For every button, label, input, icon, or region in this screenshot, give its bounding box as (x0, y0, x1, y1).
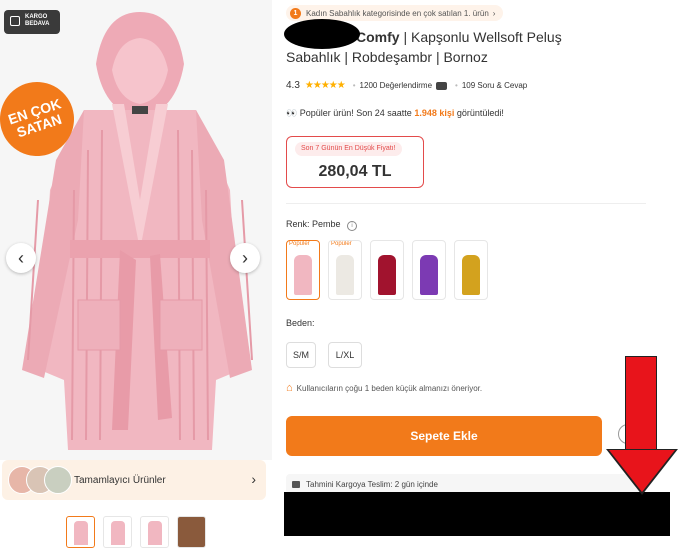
delivery-label: Tahmini Kargoya Teslim: (306, 479, 393, 489)
complementary-thumb (44, 466, 72, 494)
popular-count: 1.948 kişi (414, 108, 455, 118)
review-count-link[interactable]: 1200 Değerlendirme (360, 81, 433, 90)
prev-image-button[interactable]: ‹ (6, 243, 36, 273)
color-swatch-burgundy[interactable] (370, 240, 404, 300)
size-option-lxl[interactable]: L/XL (328, 342, 362, 368)
product-image[interactable]: KARGO BEDAVA EN ÇOK SATAN ‹ › (0, 0, 272, 460)
price-box: Son 7 Günün En Düşük Fiyatı! 280,04 TL (286, 136, 424, 188)
thumbnail[interactable] (140, 516, 169, 548)
popular-tag: Popüler (331, 241, 352, 247)
rating-stars-icon: ★★★★★ (304, 80, 346, 91)
color-swatch-mustard[interactable] (454, 240, 488, 300)
free-shipping-badge: KARGO BEDAVA (4, 10, 60, 34)
next-image-button[interactable]: › (230, 243, 260, 273)
popularity-notice: 👀 Popüler ürün! Son 24 saatte 1.948 kişi… (286, 108, 504, 119)
info-icon[interactable]: i (347, 221, 358, 231)
color-swatch-cream[interactable]: Popüler (328, 240, 362, 300)
annotation-arrow-head-fill (609, 450, 675, 492)
thumbnail[interactable] (177, 516, 206, 548)
annotation-arrow-icon (625, 356, 657, 450)
divider (286, 203, 646, 204)
chevron-right-icon: › (251, 471, 256, 487)
hanger-icon: ⌂ (286, 382, 293, 394)
add-to-cart-button[interactable]: Sepete Ekle (286, 416, 602, 456)
free-shipping-line2: BEDAVA (25, 21, 50, 27)
best-seller-text: Kadın Sabahlık kategorisinde en çok satı… (306, 8, 489, 18)
lowest-price-label: Son 7 Günün En Düşük Fiyatı! (295, 142, 402, 156)
popular-suffix: görüntüledi! (454, 108, 504, 118)
color-value: Pembe (312, 219, 341, 229)
size-option-sm[interactable]: S/M (286, 342, 316, 368)
price: 280,04 TL (318, 163, 392, 180)
delivery-value: 2 gün içinde (394, 479, 438, 489)
product-gallery: KARGO BEDAVA EN ÇOK SATAN ‹ › Tamamlayıcı… (0, 0, 272, 550)
redaction-mark (284, 492, 670, 536)
separator: • (352, 81, 356, 90)
product-brand[interactable]: Comfy (356, 29, 400, 45)
complementary-label: Tamamlayıcı Ürünler (74, 475, 166, 486)
color-selector-label: Renk: Pembe i (286, 219, 358, 231)
color-swatch-purple[interactable] (412, 240, 446, 300)
thumbnail[interactable] (66, 516, 95, 548)
qa-count-link[interactable]: 109 Soru & Cevap (462, 81, 527, 90)
rating-score: 4.3 (286, 80, 300, 91)
complementary-products-link[interactable]: Tamamlayıcı Ürünler › (2, 460, 266, 500)
robe-illustration (22, 12, 253, 450)
size-hint: ⌂ Kullanıcıların çoğu 1 beden küçük alma… (286, 382, 482, 394)
thumbnail-strip (66, 516, 216, 550)
package-icon (10, 16, 20, 26)
eyes-icon: 👀 (286, 108, 300, 118)
chevron-left-icon: ‹ (18, 247, 24, 268)
color-label: Renk: (286, 219, 310, 229)
separator: • (455, 81, 458, 90)
rating-row: 4.3 ★★★★★ • 1200 Değerlendirme • 109 Sor… (286, 80, 527, 91)
redaction-mark (284, 19, 360, 49)
free-shipping-line1: KARGO (25, 14, 48, 20)
color-swatch-pink[interactable]: Popüler (286, 240, 320, 300)
truck-icon (292, 480, 300, 488)
delivery-estimate: Tahmini Kargoya Teslim: 2 gün içinde (286, 474, 646, 494)
size-label: Beden: (286, 318, 315, 328)
rank-badge: 1 (290, 7, 301, 19)
thumbnail[interactable] (103, 516, 132, 548)
popular-tag: Popüler (289, 241, 310, 247)
chevron-right-icon: › (242, 247, 248, 268)
popular-prefix: Popüler ürün! Son 24 saatte (299, 108, 415, 118)
chevron-right-icon: › (492, 8, 496, 18)
size-hint-text: Kullanıcıların çoğu 1 beden küçük almanı… (296, 383, 483, 393)
camera-icon (436, 81, 448, 90)
